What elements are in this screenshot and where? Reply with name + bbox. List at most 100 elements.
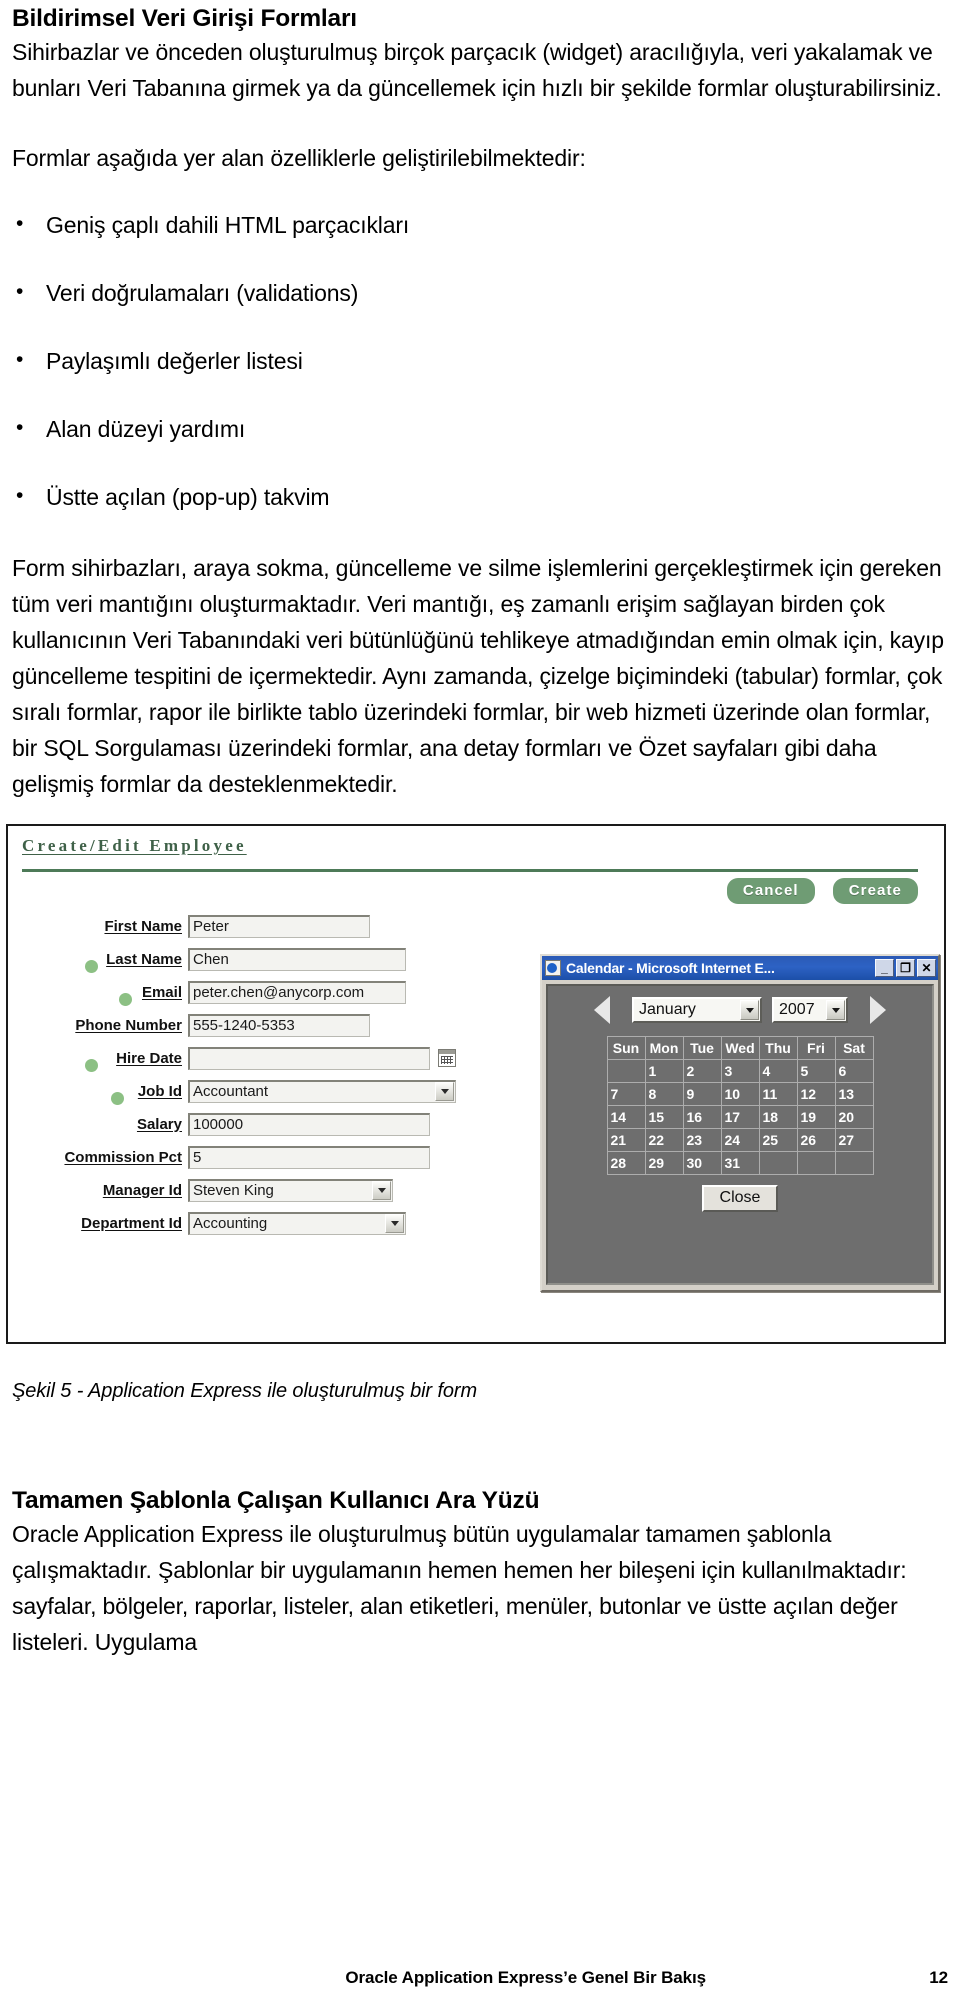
field-input-phone-number[interactable]: 555-1240-5353 xyxy=(188,1013,370,1037)
calendar-day-cell[interactable]: 27 xyxy=(834,1128,874,1152)
calendar-day-cell[interactable]: 3 xyxy=(720,1059,760,1083)
calendar-day-cell[interactable]: 20 xyxy=(834,1105,874,1129)
field-select-department-id[interactable]: Accounting xyxy=(188,1211,406,1235)
figure-screenshot: Create/Edit Employee Cancel Create First … xyxy=(6,824,946,1344)
required-indicator-icon xyxy=(85,959,99,973)
field-input-first-name[interactable]: Peter xyxy=(188,914,370,938)
create-button[interactable]: Create xyxy=(832,878,918,904)
field-input-last-name[interactable]: Chen xyxy=(188,947,406,971)
previous-month-arrow-icon[interactable] xyxy=(594,996,610,1024)
chevron-down-icon[interactable] xyxy=(385,1213,404,1233)
feature-bullet-item: Paylaşımlı değerler listesi xyxy=(12,345,948,376)
form-row: Salary 100000 xyxy=(8,1108,478,1140)
chevron-down-icon[interactable] xyxy=(826,1000,845,1020)
field-input-commission-pct[interactable]: 5 xyxy=(188,1145,430,1169)
footer-title: Oracle Application Express’e Genel Bir B… xyxy=(345,1968,706,1987)
calendar-grid: Sun Mon Tue Wed Thu Fri Sat 1 2 3 4 5 6 7 8 9 10 11 12 13 1… xyxy=(606,1036,874,1175)
calendar-day-cell[interactable]: 12 xyxy=(796,1082,836,1106)
maximize-button[interactable]: ❐ xyxy=(896,959,915,977)
chevron-down-icon[interactable] xyxy=(372,1180,391,1200)
field-input-salary[interactable]: 100000 xyxy=(188,1112,430,1136)
cancel-button[interactable]: Cancel xyxy=(726,878,815,904)
field-label: Email xyxy=(141,983,182,1001)
calendar-weekday-header: Mon xyxy=(644,1036,684,1060)
calendar-year-select[interactable]: 2007 xyxy=(772,997,848,1023)
calendar-day-empty xyxy=(796,1151,836,1175)
field-input-email[interactable]: peter.chen@anycorp.com xyxy=(188,980,406,1004)
calendar-day-cell[interactable]: 1 xyxy=(644,1059,684,1083)
field-input-hire-date[interactable] xyxy=(188,1046,430,1070)
chevron-down-icon[interactable] xyxy=(740,1000,759,1020)
calendar-close-button[interactable]: Close xyxy=(701,1185,779,1212)
calendar-day-cell[interactable]: 28 xyxy=(606,1151,646,1175)
footer-page-number: 12 xyxy=(929,1968,948,1987)
field-label: Manager Id xyxy=(102,1181,182,1199)
field-value: Accountant xyxy=(193,1083,269,1100)
page-title: Bildirimsel Veri Girişi Formları xyxy=(12,5,357,32)
calendar-day-cell[interactable]: 17 xyxy=(720,1105,760,1129)
field-label: Commission Pct xyxy=(64,1148,182,1166)
calendar-day-cell[interactable]: 19 xyxy=(796,1105,836,1129)
field-select-job-id[interactable]: Accountant xyxy=(188,1079,456,1103)
field-value: 100000 xyxy=(193,1116,244,1133)
apex-form-fields: First Name Peter Last Name Chen Email peter.c… xyxy=(8,910,478,1240)
field-value: peter.chen@anycorp.com xyxy=(193,984,365,1001)
required-indicator-icon xyxy=(85,1058,99,1072)
calendar-weekday-header: Fri xyxy=(796,1036,836,1060)
calendar-day-cell[interactable]: 18 xyxy=(758,1105,798,1129)
calendar-navigation: January 2007 xyxy=(548,986,932,1024)
calendar-month-select[interactable]: January xyxy=(632,997,762,1023)
field-value: Peter xyxy=(193,918,229,935)
calendar-day-cell[interactable]: 4 xyxy=(758,1059,798,1083)
next-month-arrow-icon[interactable] xyxy=(870,996,886,1024)
window-control-buttons: _ ❐ ✕ xyxy=(875,959,936,977)
field-value: Chen xyxy=(193,951,229,968)
calendar-year-value: 2007 xyxy=(779,1001,815,1018)
calendar-day-cell[interactable]: 5 xyxy=(796,1059,836,1083)
close-button[interactable]: ✕ xyxy=(917,959,936,977)
calendar-day-cell[interactable]: 25 xyxy=(758,1128,798,1152)
calendar-day-cell[interactable]: 14 xyxy=(606,1105,646,1129)
form-label-wrapper: Salary xyxy=(8,1116,188,1133)
calendar-popup-window[interactable]: Calendar - Microsoft Internet E... _ ❐ ✕ J… xyxy=(540,954,940,1292)
form-label-wrapper: Email xyxy=(8,983,188,1006)
field-value: 5 xyxy=(193,1149,202,1166)
calendar-weekday-header: Wed xyxy=(720,1036,760,1060)
calendar-weekday-header: Thu xyxy=(758,1036,798,1060)
calendar-day-cell[interactable]: 6 xyxy=(834,1059,874,1083)
calendar-window-titlebar[interactable]: Calendar - Microsoft Internet E... _ ❐ ✕ xyxy=(542,956,938,980)
section2-paragraph: Oracle Application Express ile oluşturul… xyxy=(12,1521,907,1655)
form-label-wrapper: Last Name xyxy=(8,951,188,973)
calendar-day-cell[interactable]: 23 xyxy=(682,1128,722,1152)
chevron-down-icon[interactable] xyxy=(435,1081,454,1101)
form-row: Job Id Accountant xyxy=(8,1075,478,1107)
calendar-day-cell[interactable]: 31 xyxy=(720,1151,760,1175)
calendar-day-cell[interactable]: 7 xyxy=(606,1082,646,1106)
calendar-day-cell[interactable]: 15 xyxy=(644,1105,684,1129)
minimize-button[interactable]: _ xyxy=(875,959,894,977)
calendar-day-cell[interactable]: 30 xyxy=(682,1151,722,1175)
form-row: Phone Number 555-1240-5353 xyxy=(8,1009,478,1041)
calendar-day-cell[interactable]: 16 xyxy=(682,1105,722,1129)
page-footer: Oracle Application Express’e Genel Bir B… xyxy=(12,1968,948,1988)
calendar-day-cell[interactable]: 10 xyxy=(720,1082,760,1106)
calendar-day-cell[interactable]: 8 xyxy=(644,1082,684,1106)
calendar-day-cell[interactable]: 21 xyxy=(606,1128,646,1152)
calendar-day-cell[interactable]: 24 xyxy=(720,1128,760,1152)
calendar-day-cell[interactable]: 29 xyxy=(644,1151,684,1175)
field-value: 555-1240-5353 xyxy=(193,1017,295,1034)
calendar-day-cell[interactable]: 11 xyxy=(758,1082,798,1106)
calendar-week-row: 21 22 23 24 25 26 27 xyxy=(606,1128,874,1152)
calendar-picker-icon[interactable] xyxy=(438,1049,456,1067)
field-label: Job Id xyxy=(137,1082,182,1100)
form-label-wrapper: Hire Date xyxy=(8,1050,188,1072)
calendar-day-cell[interactable]: 13 xyxy=(834,1082,874,1106)
calendar-day-cell[interactable]: 22 xyxy=(644,1128,684,1152)
apex-region-title: Create/Edit Employee xyxy=(22,836,247,855)
calendar-week-row: 28 29 30 31 xyxy=(606,1151,874,1175)
field-select-manager-id[interactable]: Steven King xyxy=(188,1178,393,1202)
calendar-day-cell[interactable]: 9 xyxy=(682,1082,722,1106)
calendar-day-cell[interactable]: 2 xyxy=(682,1059,722,1083)
calendar-day-cell[interactable]: 26 xyxy=(796,1128,836,1152)
